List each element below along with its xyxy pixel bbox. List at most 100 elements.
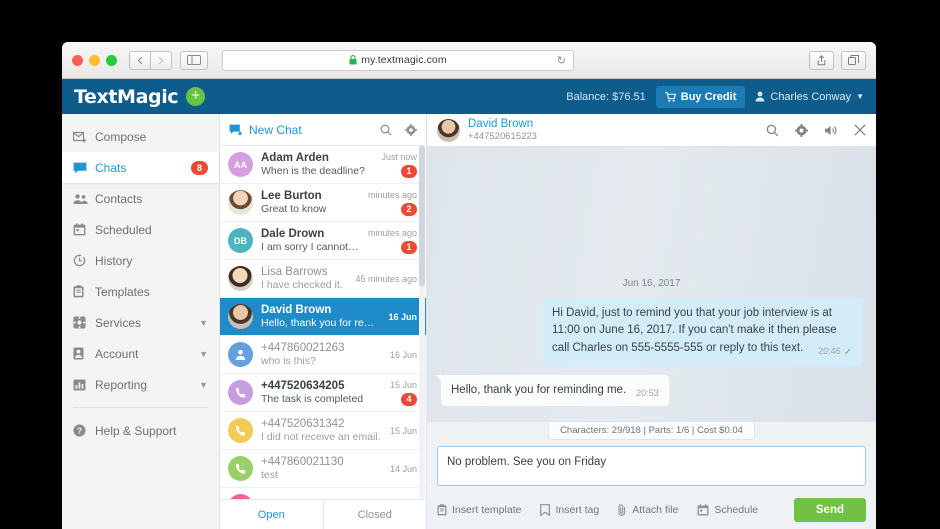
avatar bbox=[228, 342, 253, 367]
bubble-tail bbox=[861, 298, 867, 305]
new-chat-button[interactable]: New Chat bbox=[229, 123, 302, 137]
services-icon bbox=[73, 316, 95, 329]
address-bar[interactable]: my.textmagic.com ↻ bbox=[222, 49, 574, 71]
cart-icon bbox=[664, 91, 676, 102]
sidebar-item-chats[interactable]: Chats 8 bbox=[62, 152, 219, 183]
gear-icon[interactable] bbox=[405, 123, 417, 136]
insert-template-button[interactable]: Insert template bbox=[437, 504, 521, 516]
share-button[interactable] bbox=[809, 50, 834, 70]
app-logo[interactable]: TextMagic + bbox=[74, 86, 206, 108]
tab-open[interactable]: Open bbox=[220, 500, 323, 529]
conversation-header: David Brown +447520615223 bbox=[427, 114, 876, 147]
speaker-icon[interactable] bbox=[824, 124, 838, 137]
tag-icon bbox=[540, 504, 551, 516]
message-bubble-incoming[interactable]: Hello, thank you for reminding me. 20:53 bbox=[436, 374, 669, 406]
chat-list-item[interactable]: +447520631342 I did not receive an email… bbox=[220, 412, 426, 450]
close-window-button[interactable] bbox=[72, 54, 83, 66]
chat-preview: Hello, thank you for remindin... bbox=[261, 317, 381, 329]
conversation-contact-name[interactable]: David Brown bbox=[468, 118, 537, 131]
insert-tag-button[interactable]: Insert tag bbox=[540, 504, 599, 516]
action-label: Insert tag bbox=[555, 504, 600, 516]
history-icon bbox=[73, 254, 95, 267]
sidebar-item-label: Scheduled bbox=[95, 222, 152, 237]
sidebar: Compose Chats 8 Contacts Scheduled Histo… bbox=[62, 114, 220, 529]
message-list: Jun 16, 2017 Hi David, just to remind yo… bbox=[427, 147, 876, 421]
message-row-outgoing: Hi David, just to remind you that your j… bbox=[441, 298, 867, 366]
tab-closed[interactable]: Closed bbox=[322, 500, 427, 529]
avatar-initials: AA bbox=[234, 159, 247, 170]
chat-list-scrollbar[interactable] bbox=[419, 146, 425, 499]
close-icon[interactable] bbox=[854, 123, 866, 137]
chat-preview: The task is completed bbox=[261, 393, 364, 405]
chat-list-item[interactable]: +447520634205 The task is completed 15 J… bbox=[220, 374, 426, 412]
chrome-actions bbox=[809, 50, 866, 70]
chat-list-item[interactable]: +447860021130 test 14 Jun bbox=[220, 450, 426, 488]
chat-contact-name: Dale Drown bbox=[261, 228, 325, 240]
forward-button[interactable] bbox=[150, 50, 172, 70]
chat-preview: I have checked it. bbox=[261, 279, 343, 291]
sidebar-item-help[interactable]: ? Help & Support bbox=[62, 415, 219, 446]
sidebar-item-services[interactable]: Services ▼ bbox=[62, 307, 219, 338]
chat-contact-name: +447520631342 bbox=[261, 418, 345, 430]
sidebar-divider bbox=[73, 407, 208, 408]
tabs-button[interactable] bbox=[841, 50, 866, 70]
sidebar-item-compose[interactable]: Compose bbox=[62, 121, 219, 152]
chat-list-tabs: Open Closed bbox=[220, 499, 426, 529]
chat-contact-name: David Brown bbox=[261, 304, 332, 316]
chat-list-item[interactable]: AA Adam Arden When is the deadline? Just… bbox=[220, 146, 426, 184]
phone-icon bbox=[235, 387, 245, 398]
unread-badge: 1 bbox=[401, 240, 417, 254]
search-icon[interactable] bbox=[380, 124, 392, 136]
chat-list-item[interactable]: DB Dale Drown I am sorry I cannot make i… bbox=[220, 222, 426, 260]
sidebar-item-templates[interactable]: Templates bbox=[62, 276, 219, 307]
action-label: Attach file bbox=[632, 504, 679, 516]
sidebar-item-reporting[interactable]: Reporting ▼ bbox=[62, 369, 219, 400]
chat-time: minutes ago bbox=[367, 189, 417, 200]
schedule-button[interactable]: Schedule bbox=[697, 504, 758, 516]
sidebar-item-scheduled[interactable]: Scheduled bbox=[62, 214, 219, 245]
url-text: my.textmagic.com bbox=[361, 54, 447, 66]
chat-time: 45 minutes ago bbox=[355, 273, 417, 284]
chat-list-item[interactable]: +447874380907 7 Jun bbox=[220, 488, 426, 499]
message-input[interactable] bbox=[437, 446, 866, 486]
user-menu[interactable]: Charles Conway ▼ bbox=[755, 91, 864, 103]
chat-list-item-selected[interactable]: David Brown Hello, thank you for remindi… bbox=[220, 298, 426, 336]
templates-icon bbox=[73, 285, 95, 298]
sidebar-item-contacts[interactable]: Contacts bbox=[62, 183, 219, 214]
chat-list-item[interactable]: Lee Burton Great to know minutes ago 2 bbox=[220, 184, 426, 222]
template-icon bbox=[437, 504, 447, 516]
reload-icon[interactable]: ↻ bbox=[557, 54, 566, 67]
chat-list-item[interactable]: Lisa Barrows I have checked it. 45 minut… bbox=[220, 260, 426, 298]
send-button[interactable]: Send bbox=[793, 498, 866, 522]
chat-list[interactable]: AA Adam Arden When is the deadline? Just… bbox=[220, 146, 426, 499]
person-icon bbox=[235, 350, 246, 360]
sidebar-toggle-button[interactable] bbox=[180, 50, 208, 70]
back-button[interactable] bbox=[129, 50, 151, 70]
avatar bbox=[228, 190, 253, 215]
sidebar-item-history[interactable]: History bbox=[62, 245, 219, 276]
avatar bbox=[228, 418, 253, 443]
maximize-window-button[interactable] bbox=[106, 54, 117, 66]
message-text: Hello, thank you for reminding me. bbox=[451, 383, 627, 396]
message-meta: 20:53 bbox=[636, 387, 659, 401]
new-chat-label: New Chat bbox=[249, 122, 302, 137]
unread-badge: 4 bbox=[401, 392, 417, 406]
message-bubble-outgoing[interactable]: Hi David, just to remind you that your j… bbox=[542, 298, 867, 366]
attach-file-button[interactable]: Attach file bbox=[618, 504, 678, 516]
avatar: AA bbox=[228, 152, 253, 177]
check-icon: ✓ bbox=[843, 346, 852, 358]
sidebar-item-account[interactable]: Account ▼ bbox=[62, 338, 219, 369]
buy-credit-button[interactable]: Buy Credit bbox=[655, 85, 746, 108]
chat-contact-name: +447860021263 bbox=[261, 342, 345, 354]
chat-time: 16 Jun bbox=[389, 349, 417, 360]
gear-icon[interactable] bbox=[795, 123, 808, 137]
search-icon[interactable] bbox=[766, 124, 779, 137]
scrollbar-thumb[interactable] bbox=[419, 146, 425, 286]
sidebar-item-label: Compose bbox=[95, 129, 147, 144]
attach-icon bbox=[618, 504, 626, 516]
message-time: 20:46 bbox=[818, 346, 841, 357]
plus-icon[interactable]: + bbox=[186, 87, 206, 106]
chat-list-item[interactable]: +447860021263 who is this? 16 Jun bbox=[220, 336, 426, 374]
svg-text:?: ? bbox=[77, 426, 82, 436]
minimize-window-button[interactable] bbox=[89, 54, 100, 66]
